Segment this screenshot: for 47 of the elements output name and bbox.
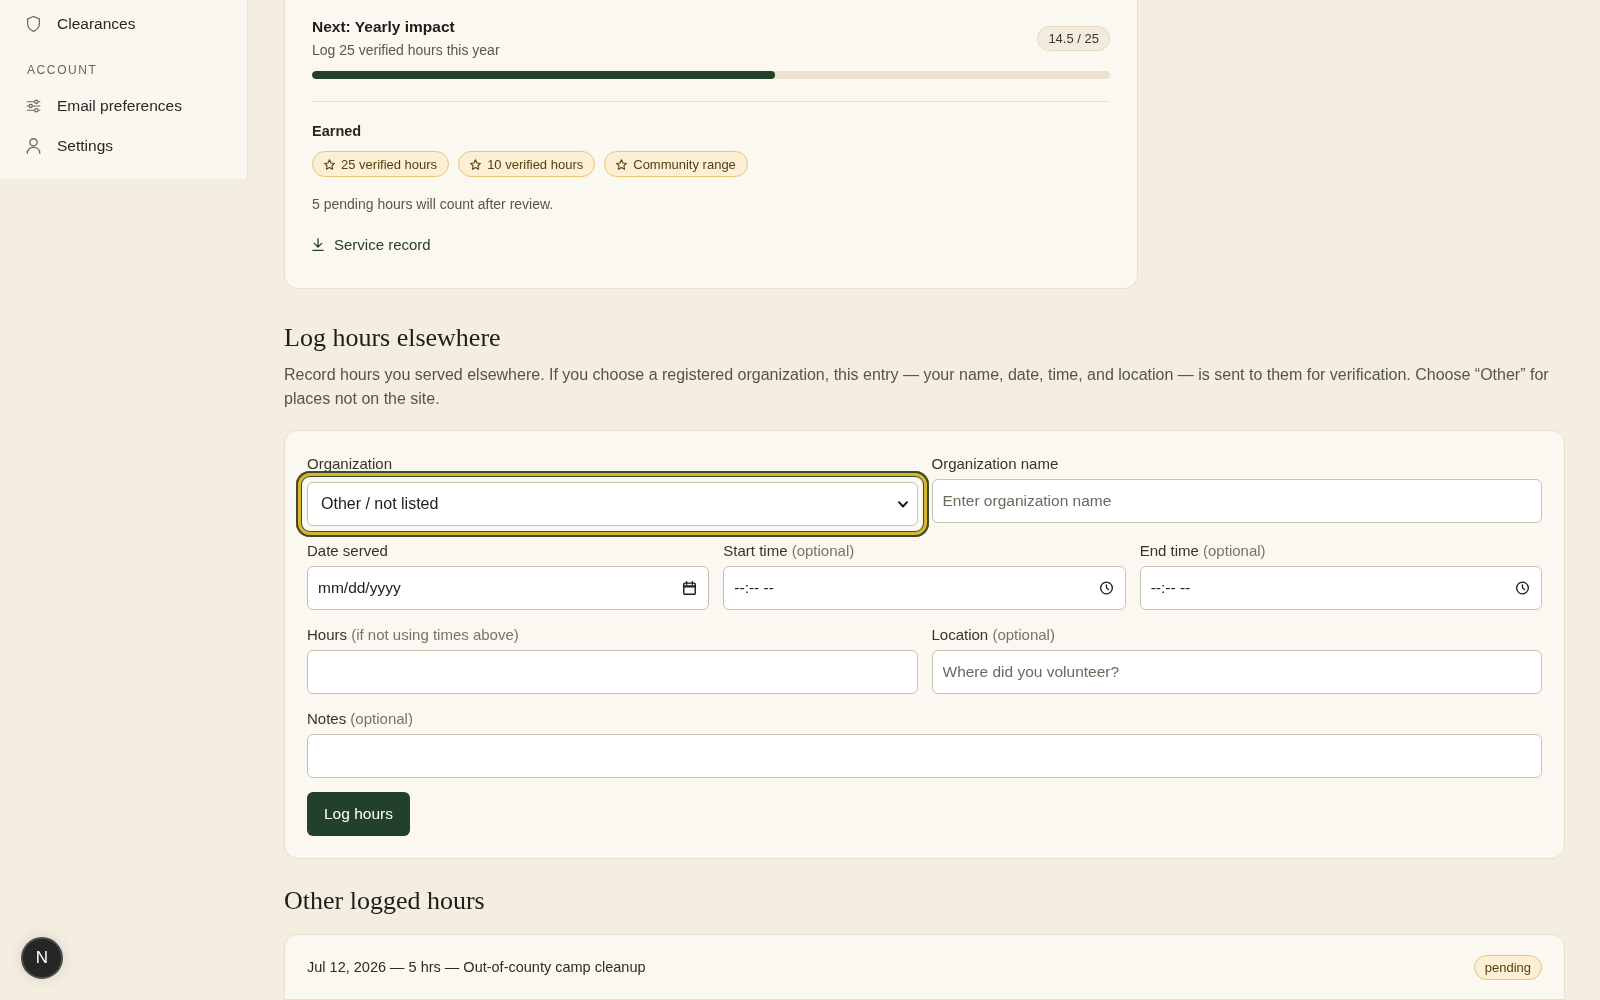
time-input[interactable]: --:-- -- bbox=[723, 566, 1126, 610]
text-input[interactable]: Enter organization name bbox=[931, 479, 1542, 523]
date-input[interactable]: mm/dd/yyyy bbox=[307, 566, 710, 610]
status-badge: pending bbox=[1473, 954, 1542, 980]
clock-icon bbox=[1516, 581, 1529, 595]
earned-heading: Earned bbox=[312, 122, 362, 141]
time-input[interactable]: --:-- -- bbox=[1139, 566, 1542, 610]
section-description: Record hours you served elsewhere. If you choose a registered organization, this entry — your name, date, time, and location — is sent to them for verification. Choose “Other” for places not on the site. bbox=[284, 365, 1550, 409]
dev-indicator-button[interactable]: N bbox=[21, 937, 63, 979]
calendar-icon bbox=[683, 581, 697, 595]
dropdown-field[interactable]: Other / not listed bbox=[307, 482, 918, 526]
field-label: Notes (optional) bbox=[307, 710, 414, 728]
sidebar-item[interactable]: Email preferences bbox=[8, 86, 239, 126]
star-icon bbox=[470, 158, 482, 170]
star-icon bbox=[616, 158, 628, 170]
sliders-icon bbox=[26, 98, 41, 114]
field-label: End time (optional) bbox=[1139, 542, 1267, 560]
achievement-name: Community range bbox=[633, 156, 736, 172]
text-input[interactable] bbox=[307, 734, 1542, 778]
text-input[interactable]: Where did you volunteer? bbox=[931, 650, 1542, 694]
field-label: Hours (if not using times above) bbox=[307, 626, 520, 644]
clock-icon bbox=[1099, 581, 1113, 595]
person-icon bbox=[26, 138, 41, 154]
service-record-link[interactable]: Service record bbox=[312, 232, 431, 256]
shield-icon bbox=[26, 16, 41, 32]
field-label: Date served bbox=[307, 542, 389, 560]
entry-text: Jul 12, 2026 — 5 hrs — Out-of-county camp cleanup bbox=[307, 959, 646, 975]
sidebar-item[interactable]: Clearances bbox=[8, 4, 239, 44]
sidebar-item[interactable]: Settings bbox=[8, 126, 239, 166]
text-input[interactable] bbox=[307, 650, 918, 694]
achievement-name: 10 verified hours bbox=[487, 156, 584, 172]
milestone-title: Next: Yearly impact bbox=[312, 17, 456, 37]
section-heading: Other logged hours bbox=[284, 886, 485, 916]
pending-note: 5 pending hours will count after review. bbox=[312, 195, 554, 214]
log-hours-button[interactable]: Log hours bbox=[307, 792, 410, 836]
progress-count: 14.5 / 25 bbox=[1037, 26, 1110, 51]
field-label: Start time (optional) bbox=[723, 542, 856, 560]
chevron-down-icon bbox=[897, 500, 908, 508]
achievement-name: 25 verified hours bbox=[341, 156, 438, 172]
sidebar-section-heading: ACCOUNT bbox=[26, 62, 99, 79]
milestone-subtitle: Log 25 verified hours this year bbox=[312, 41, 500, 60]
star-icon bbox=[324, 158, 335, 170]
download-icon bbox=[312, 237, 324, 251]
section-heading: Log hours elsewhere bbox=[284, 323, 501, 353]
field-label: Organization name bbox=[931, 455, 1060, 473]
field-label: Organization bbox=[307, 455, 394, 473]
field-label: Location (optional) bbox=[931, 626, 1056, 644]
